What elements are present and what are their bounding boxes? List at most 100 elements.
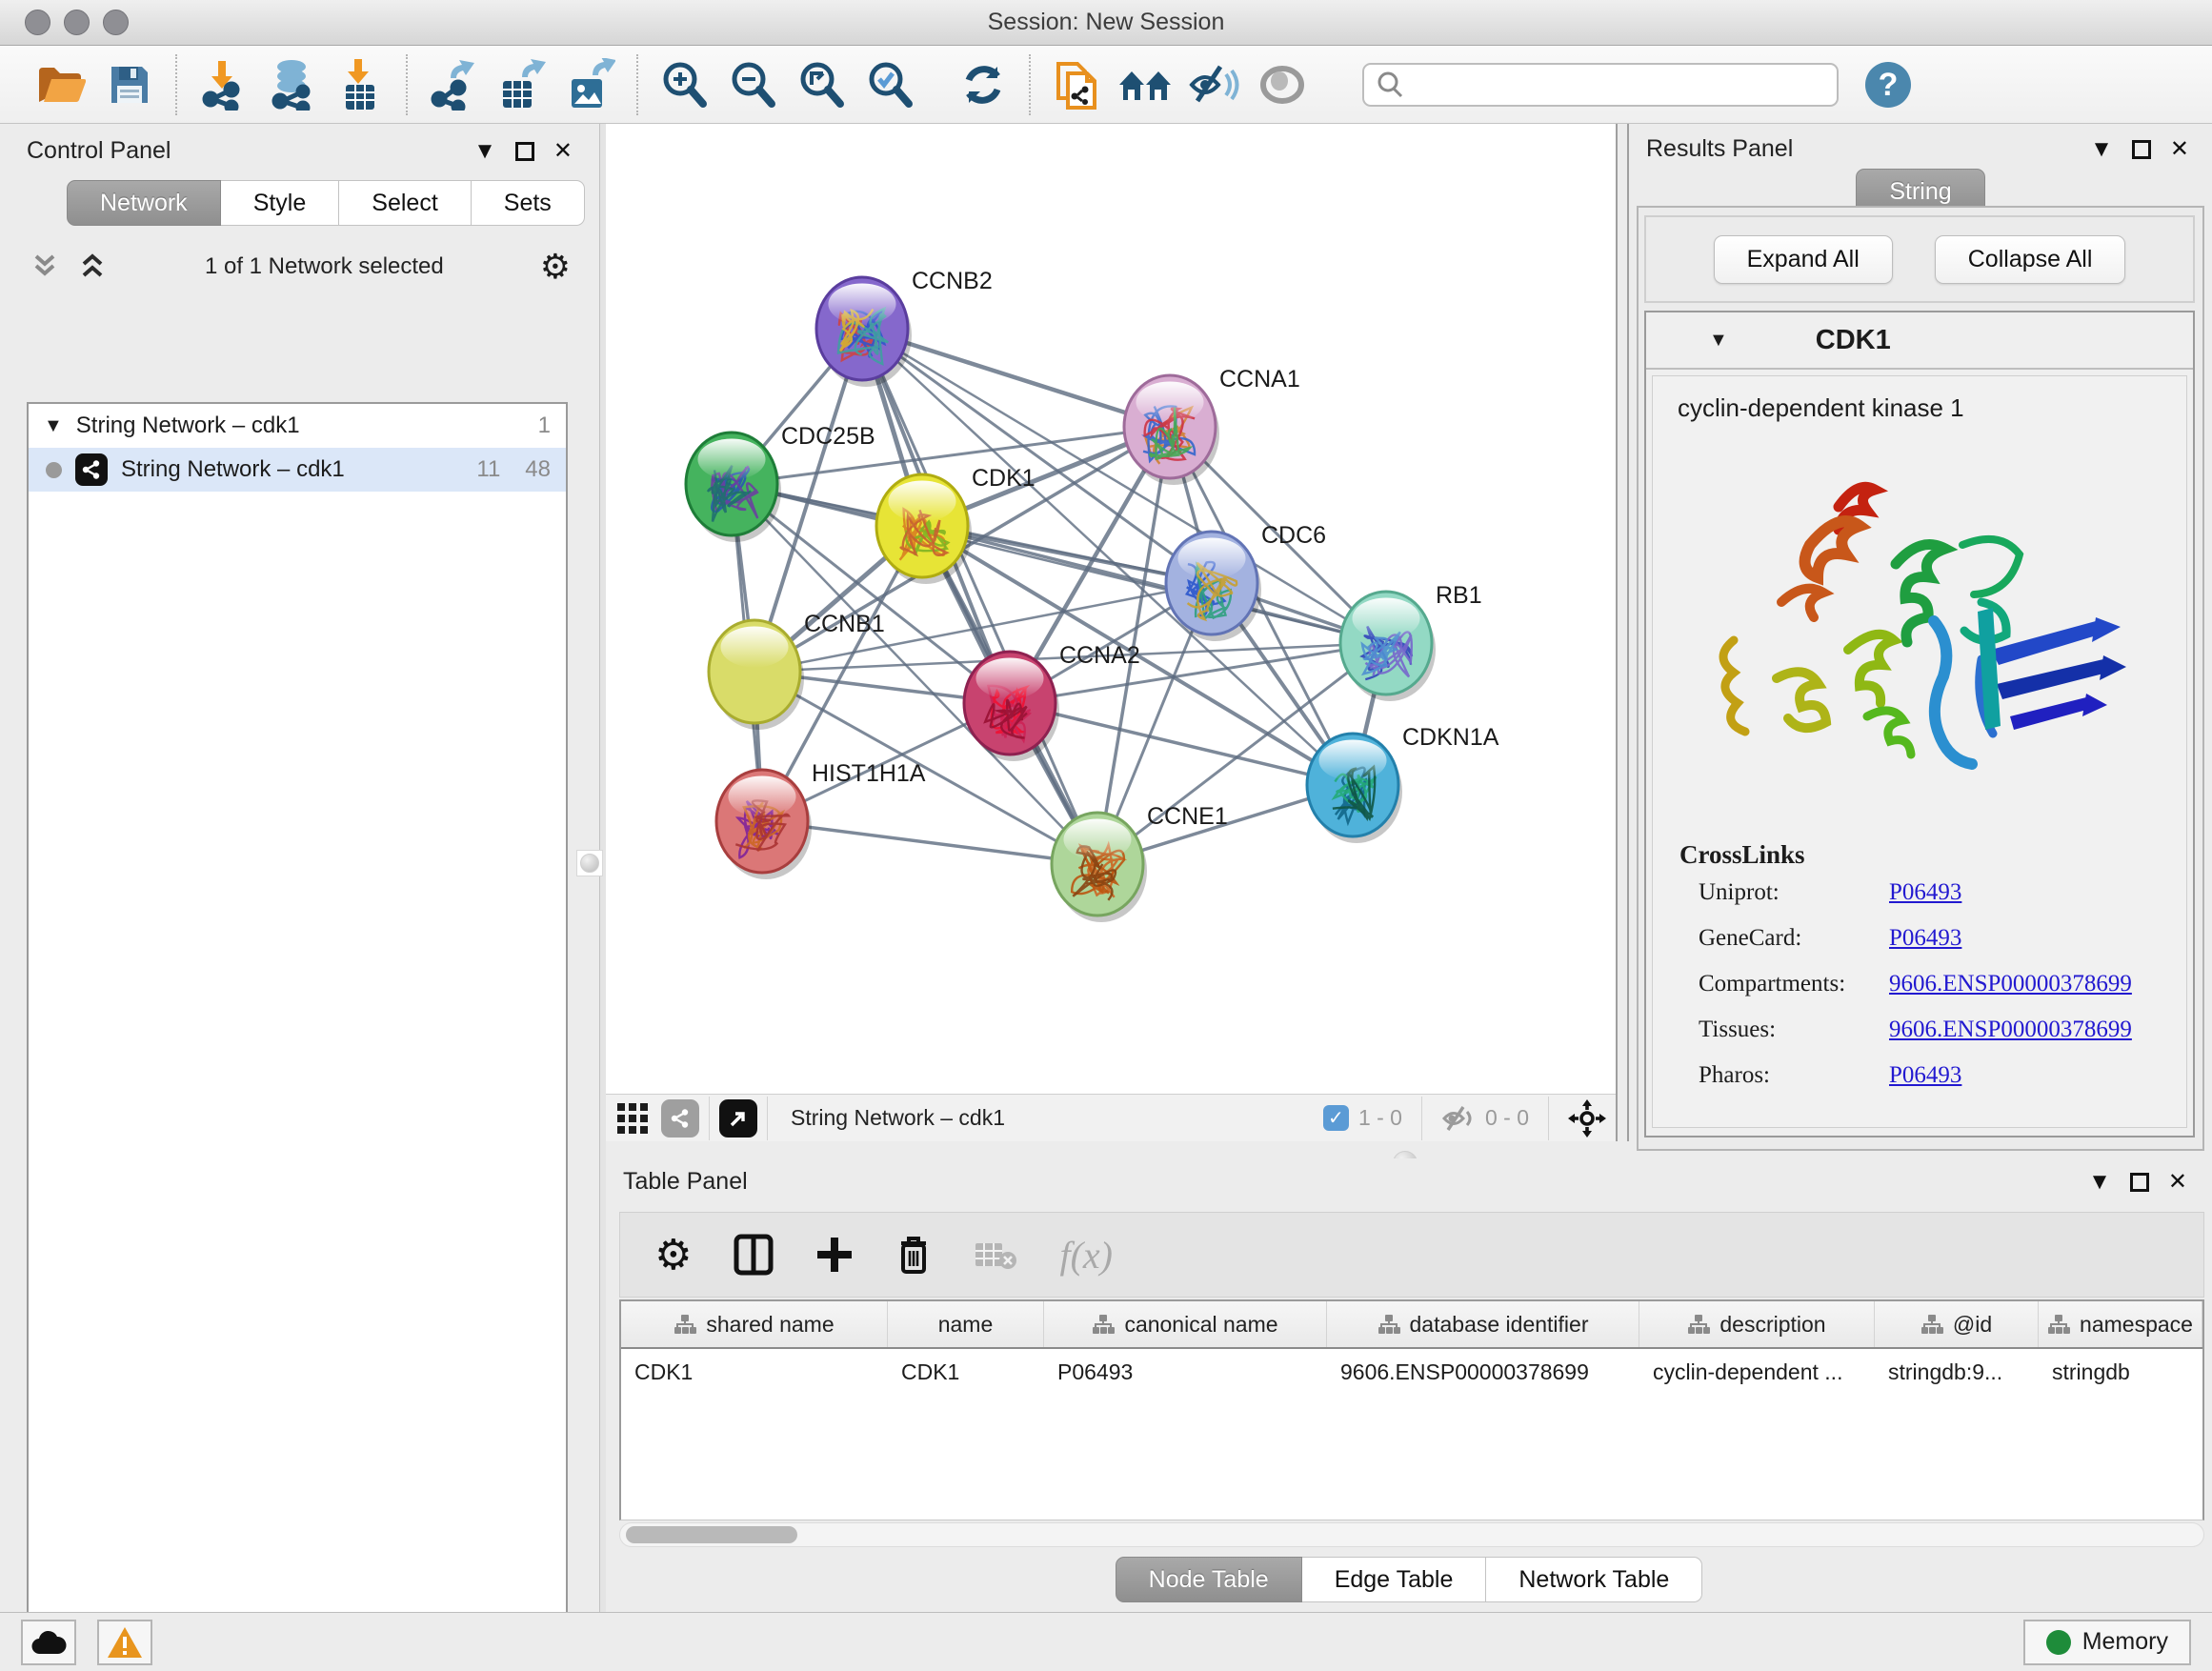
zoom-fit-button[interactable] xyxy=(787,53,855,116)
column-header-namespace[interactable]: namespace xyxy=(2039,1301,2202,1347)
table-horizontal-scrollbar[interactable] xyxy=(619,1522,2204,1547)
create-column-plus-icon[interactable] xyxy=(815,1236,854,1274)
node-ccna1[interactable]: CCNA1 xyxy=(1124,366,1300,485)
column-header-name[interactable]: name xyxy=(888,1301,1044,1347)
collapse-triangle-icon[interactable]: ▼ xyxy=(44,415,63,437)
show-hide-graphics-button[interactable] xyxy=(1179,53,1248,116)
save-session-button[interactable] xyxy=(95,53,164,116)
node-count: 11 xyxy=(476,456,500,483)
crosslink-value-link[interactable]: P06493 xyxy=(1889,925,1961,952)
gear-icon[interactable]: ⚙ xyxy=(540,247,571,287)
node-hist1h1a[interactable]: HIST1H1A xyxy=(716,760,926,879)
home-networks-button[interactable] xyxy=(1111,53,1179,116)
delete-column-trash-icon[interactable] xyxy=(895,1234,932,1276)
tab-network[interactable]: Network xyxy=(67,180,221,226)
crosslink-value-link[interactable]: P06493 xyxy=(1889,879,1961,906)
copy-network-button[interactable] xyxy=(1042,53,1111,116)
column-header-database-identifier[interactable]: database identifier xyxy=(1327,1301,1639,1347)
column-header-shared-name[interactable]: shared name xyxy=(621,1301,888,1347)
tab-sets[interactable]: Sets xyxy=(472,180,585,226)
panel-maximize-icon[interactable] xyxy=(2132,140,2151,159)
node-rb1[interactable]: RB1 xyxy=(1340,582,1482,701)
current-network-bullet xyxy=(46,462,62,478)
string-badge-icon[interactable] xyxy=(661,1099,699,1137)
export-image-button[interactable] xyxy=(556,53,625,116)
node-cdk1[interactable]: CDK1 xyxy=(876,465,1036,584)
gene-header-row[interactable]: ▼ CDK1 xyxy=(1646,312,2193,370)
expand-all-button[interactable]: Expand All xyxy=(1714,235,1893,284)
node-ccna2[interactable]: CCNA2 xyxy=(964,642,1140,761)
export-network-file-button[interactable] xyxy=(419,53,488,116)
expand-all-networks-icon[interactable] xyxy=(76,252,109,281)
toolbar-search[interactable] xyxy=(1362,63,1839,107)
table-settings-gear-icon[interactable]: ⚙ xyxy=(654,1231,692,1279)
crosslink-row: GeneCard:P06493 xyxy=(1679,925,2186,952)
collapse-all-networks-icon[interactable] xyxy=(29,252,61,281)
node-table[interactable]: shared namenamecanonical namedatabase id… xyxy=(619,1299,2204,1520)
open-in-browser-icon[interactable] xyxy=(719,1099,757,1137)
column-header-canonical-name[interactable]: canonical name xyxy=(1044,1301,1327,1347)
table-row[interactable]: CDK1CDK1P064939606.ENSP00000378699cyclin… xyxy=(621,1349,2202,1395)
crosslink-value-link[interactable]: P06493 xyxy=(1889,1062,1961,1089)
crosslink-value-link[interactable]: 9606.ENSP00000378699 xyxy=(1889,1017,2132,1043)
hidden-elements-icon[interactable] xyxy=(1441,1104,1476,1133)
collection-count: 1 xyxy=(538,413,551,439)
edge-CCNA2-CDKN1A[interactable] xyxy=(1010,703,1353,785)
tab-select[interactable]: Select xyxy=(339,180,471,226)
pan-mode-icon[interactable] xyxy=(1568,1099,1606,1137)
collapse-all-button[interactable]: Collapse All xyxy=(1935,235,2126,284)
column-header--id[interactable]: @id xyxy=(1875,1301,2039,1347)
tab-style[interactable]: Style xyxy=(221,180,340,226)
birds-eye-view-icon[interactable] xyxy=(615,1101,650,1136)
network-graph[interactable]: CCNB2CCNA1CDC25BCDK1CDC6RB1CCNB1CCNA2CDK… xyxy=(606,124,1616,1094)
node-label: RB1 xyxy=(1436,582,1482,609)
gene-description: cyclin-dependent kinase 1 xyxy=(1678,393,2186,423)
tab-node-table[interactable]: Node Table xyxy=(1116,1557,1302,1602)
cloud-status-button[interactable] xyxy=(21,1620,76,1665)
refresh-view-button[interactable] xyxy=(949,53,1017,116)
help-button[interactable]: ? xyxy=(1854,53,1922,116)
eye-slash-icon xyxy=(1188,63,1239,107)
search-input[interactable] xyxy=(1412,72,1825,97)
left-splitter-handle[interactable] xyxy=(576,850,603,876)
network-canvas[interactable]: CCNB2CCNA1CDC25BCDK1CDC6RB1CCNB1CCNA2CDK… xyxy=(606,124,1616,1094)
zoom-out-button[interactable] xyxy=(718,53,787,116)
collapse-triangle-icon[interactable]: ▼ xyxy=(1709,330,1728,352)
table-cell: P06493 xyxy=(1044,1349,1327,1395)
network-row[interactable]: String Network – cdk1 11 48 xyxy=(29,448,566,492)
import-network-database-button[interactable] xyxy=(257,53,326,116)
panel-float-icon[interactable]: ▼ xyxy=(2090,136,2113,163)
tab-edge-table[interactable]: Edge Table xyxy=(1302,1557,1487,1602)
panel-close-icon[interactable]: ✕ xyxy=(2168,1168,2187,1196)
open-session-button[interactable] xyxy=(27,53,95,116)
panel-maximize-icon[interactable] xyxy=(515,142,534,161)
column-header-description[interactable]: description xyxy=(1639,1301,1875,1347)
edge-HIST1H1A-CCNE1[interactable] xyxy=(762,821,1097,864)
panel-close-icon[interactable]: ✕ xyxy=(553,137,573,165)
zoom-selected-button[interactable] xyxy=(855,53,924,116)
panel-maximize-icon[interactable] xyxy=(2130,1173,2149,1192)
import-table-button[interactable] xyxy=(326,53,394,116)
node-cdkn1a[interactable]: CDKN1A xyxy=(1307,724,1499,843)
cloud-icon xyxy=(30,1629,67,1656)
selected-nodes-checkbox[interactable]: ✓ xyxy=(1323,1105,1349,1131)
zoom-in-button[interactable] xyxy=(650,53,718,116)
node-ccnb1[interactable]: CCNB1 xyxy=(709,611,885,730)
panel-float-icon[interactable]: ▼ xyxy=(473,138,496,165)
right-splitter[interactable] xyxy=(1616,124,1629,1158)
help-icon: ? xyxy=(1863,60,1913,110)
highlight-button[interactable] xyxy=(1248,53,1317,116)
panel-close-icon[interactable]: ✕ xyxy=(2170,135,2189,163)
tab-network-table[interactable]: Network Table xyxy=(1486,1557,1702,1602)
network-collection-row[interactable]: ▼ String Network – cdk1 1 xyxy=(29,404,566,448)
memory-button[interactable]: Memory xyxy=(2023,1620,2191,1665)
node-ccne1[interactable]: CCNE1 xyxy=(1052,803,1228,922)
show-columns-icon[interactable] xyxy=(734,1234,774,1276)
warning-status-button[interactable] xyxy=(97,1620,152,1665)
panel-float-icon[interactable]: ▼ xyxy=(2088,1169,2111,1196)
export-table-button[interactable] xyxy=(488,53,556,116)
node-label: CDKN1A xyxy=(1402,724,1499,751)
scrollbar-thumb[interactable] xyxy=(626,1526,797,1543)
import-network-file-button[interactable] xyxy=(189,53,257,116)
crosslink-value-link[interactable]: 9606.ENSP00000378699 xyxy=(1889,971,2132,997)
